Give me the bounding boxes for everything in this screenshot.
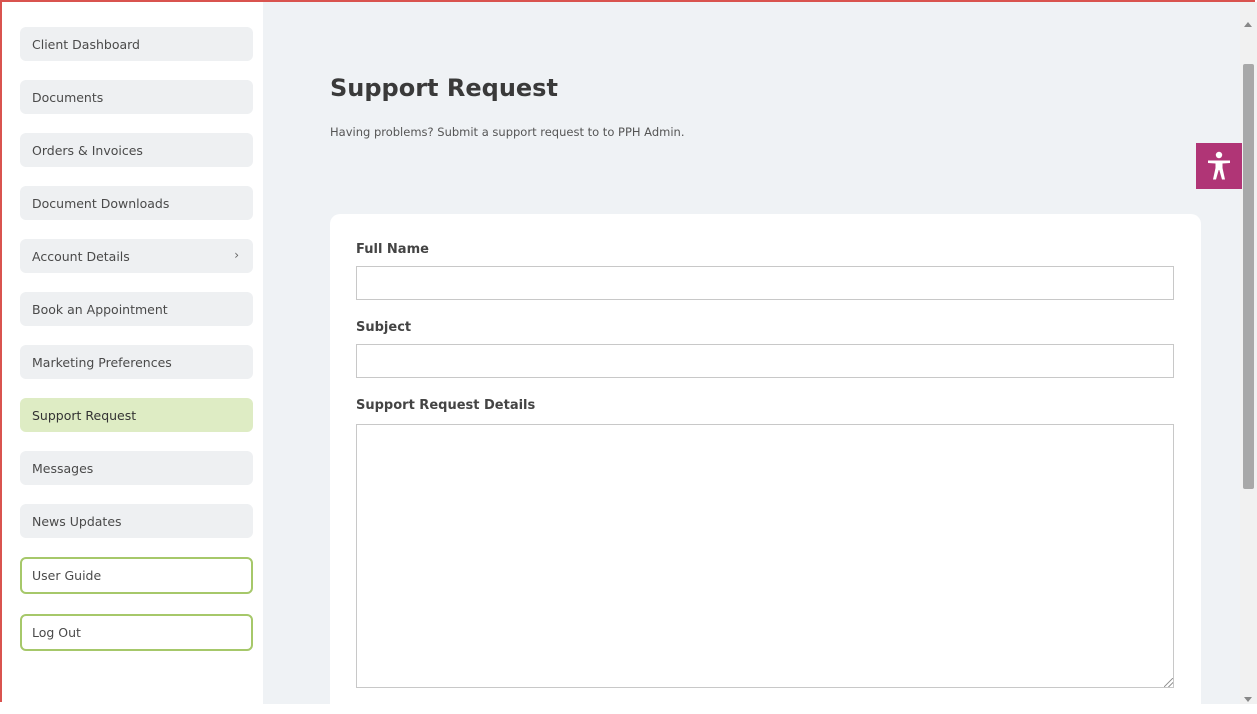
sidebar-item-book-appointment[interactable]: Book an Appointment [20, 292, 253, 326]
sidebar-item-documents[interactable]: Documents [20, 80, 253, 114]
sidebar-item-label: Support Request [32, 407, 137, 423]
sidebar-item-document-downloads[interactable]: Document Downloads [20, 186, 253, 220]
sidebar-item-news-updates[interactable]: News Updates [20, 504, 253, 538]
accessibility-icon [1208, 151, 1230, 180]
details-label: Support Request Details [356, 398, 536, 413]
log-out-button[interactable]: Log Out [20, 614, 253, 651]
vertical-scrollbar[interactable] [1240, 2, 1257, 704]
full-name-input[interactable] [356, 266, 1174, 300]
chevron-right-icon: › [234, 248, 239, 262]
accessibility-button[interactable] [1196, 143, 1242, 189]
sidebar-item-label: Orders & Invoices [32, 142, 143, 158]
sidebar-item-label: News Updates [32, 513, 122, 529]
sidebar-item-label: Marketing Preferences [32, 354, 172, 370]
sidebar-item-orders-invoices[interactable]: Orders & Invoices [20, 133, 253, 167]
sidebar-item-label: Document Downloads [32, 195, 170, 211]
main-content: Support Request Having problems? Submit … [263, 2, 1240, 714]
sidebar-item-label: Messages [32, 460, 94, 476]
scroll-up-icon[interactable] [1244, 22, 1252, 27]
subject-input[interactable] [356, 344, 1174, 378]
sidebar-item-label: Documents [32, 89, 104, 105]
full-name-label: Full Name [356, 242, 429, 257]
sidebar-item-account-details[interactable]: Account Details › [20, 239, 253, 273]
resize-grip-icon[interactable] [1164, 678, 1173, 687]
page-title: Support Request [330, 74, 558, 102]
subject-label: Subject [356, 320, 412, 335]
page-subtitle: Having problems? Submit a support reques… [330, 125, 685, 139]
sidebar-item-support-request[interactable]: Support Request [20, 398, 253, 432]
support-request-form: Full Name Subject Support Request Detail… [330, 214, 1201, 714]
scroll-down-icon[interactable] [1244, 697, 1252, 702]
sidebar: Client Dashboard Documents Orders & Invo… [2, 2, 263, 704]
sidebar-item-client-dashboard[interactable]: Client Dashboard [20, 27, 253, 61]
user-guide-label: User Guide [32, 568, 102, 583]
sidebar-item-marketing-preferences[interactable]: Marketing Preferences [20, 345, 253, 379]
sidebar-item-label: Book an Appointment [32, 301, 168, 317]
sidebar-item-label: Account Details [32, 248, 130, 264]
support-details-textarea[interactable] [356, 424, 1174, 688]
sidebar-item-label: Client Dashboard [32, 36, 140, 52]
sidebar-item-messages[interactable]: Messages [20, 451, 253, 485]
log-out-label: Log Out [32, 625, 81, 640]
scrollbar-thumb[interactable] [1243, 64, 1254, 489]
user-guide-button[interactable]: User Guide [20, 557, 253, 594]
